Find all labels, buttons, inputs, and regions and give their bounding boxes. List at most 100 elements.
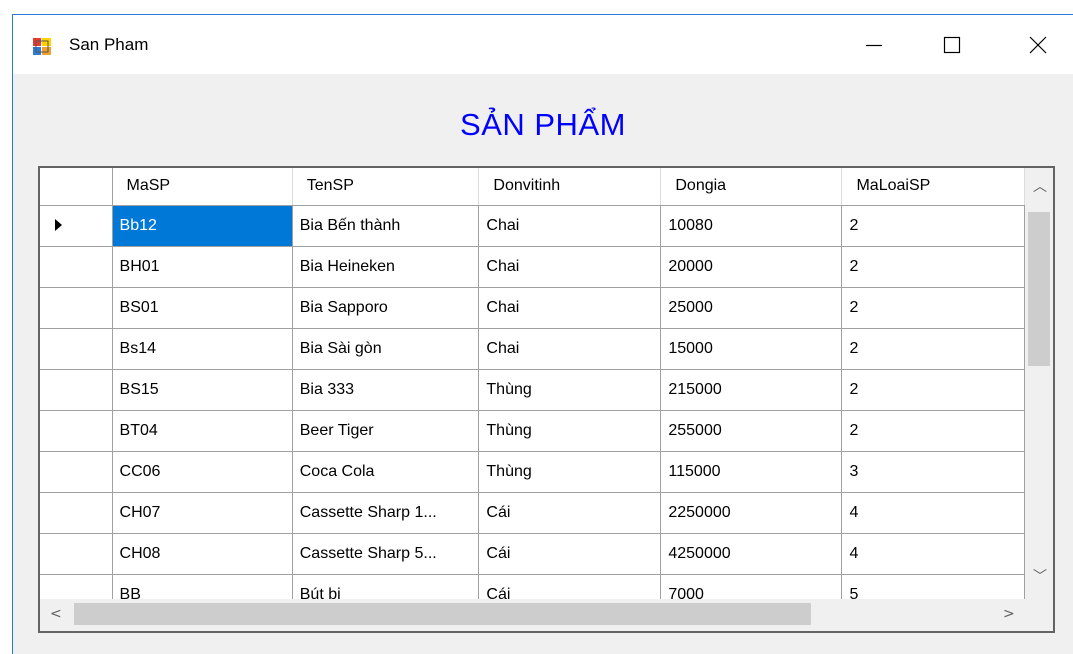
- row-header-cell[interactable]: [40, 533, 113, 575]
- top-left-header-cell[interactable]: [40, 168, 113, 206]
- table-row[interactable]: CH07 Cassette Sharp 1... Cái 2250000 4: [40, 492, 1025, 534]
- table-row[interactable]: Bs14 Bia Sài gòn Chai 15000 2: [40, 328, 1025, 370]
- row-header-cell[interactable]: [40, 287, 113, 329]
- vertical-scrollbar[interactable]: ︿ ﹀: [1025, 168, 1053, 599]
- scrollbar-corner: [1025, 599, 1053, 631]
- table-cell[interactable]: 2: [841, 410, 1025, 452]
- header-row: MaSP TenSP Donvitinh Dongia MaLoaiSP: [40, 168, 1025, 206]
- table-cell[interactable]: 2: [841, 287, 1025, 329]
- table-cell[interactable]: BH01: [112, 246, 293, 288]
- close-button[interactable]: [1009, 15, 1067, 74]
- table-cell[interactable]: Thùng: [478, 410, 662, 452]
- product-grid[interactable]: MaSP TenSP Donvitinh Dongia MaLoaiSP Bb1…: [38, 166, 1055, 633]
- table-cell[interactable]: Bia Bến thành: [292, 205, 480, 247]
- table-cell[interactable]: Thùng: [478, 451, 662, 493]
- scroll-right-icon[interactable]: >: [1003, 607, 1015, 621]
- row-header-cell[interactable]: [40, 328, 113, 370]
- table-row[interactable]: BB Bút bi Cái 7000 5: [40, 574, 1025, 599]
- column-header-masp[interactable]: MaSP: [112, 168, 293, 206]
- column-header-tensp[interactable]: TenSP: [292, 168, 480, 206]
- app-icon: [33, 38, 51, 55]
- table-cell[interactable]: Cái: [478, 492, 662, 534]
- table-cell[interactable]: 4: [841, 492, 1025, 534]
- table-cell[interactable]: 5: [841, 574, 1025, 599]
- table-cell[interactable]: Bia Heineken: [292, 246, 480, 288]
- table-cell[interactable]: 255000: [660, 410, 843, 452]
- horizontal-scroll-thumb[interactable]: [74, 603, 811, 625]
- row-header-cell[interactable]: [40, 410, 113, 452]
- vertical-scroll-thumb[interactable]: [1028, 212, 1050, 366]
- column-header-maloaisp[interactable]: MaLoaiSP: [841, 168, 1025, 206]
- maximize-icon: [943, 36, 961, 53]
- table-cell[interactable]: BS15: [112, 369, 293, 411]
- table-cell[interactable]: 2250000: [660, 492, 843, 534]
- row-header-cell[interactable]: [40, 492, 113, 534]
- table-cell[interactable]: Cassette Sharp 5...: [292, 533, 480, 575]
- table-cell[interactable]: Bia Sài gòn: [292, 328, 480, 370]
- table-cell[interactable]: Beer Tiger: [292, 410, 480, 452]
- table-cell[interactable]: Bia 333: [292, 369, 480, 411]
- table-cell[interactable]: Bút bi: [292, 574, 480, 599]
- minimize-icon: [866, 44, 882, 46]
- table-cell[interactable]: 10080: [660, 205, 843, 247]
- table-cell[interactable]: 15000: [660, 328, 843, 370]
- table-row[interactable]: CC06 Coca Cola Thùng 115000 3: [40, 451, 1025, 493]
- row-header-cell[interactable]: [40, 246, 113, 288]
- title-bar[interactable]: San Pham: [13, 15, 1073, 74]
- table-cell[interactable]: 2: [841, 246, 1025, 288]
- table-cell[interactable]: Bs14: [112, 328, 293, 370]
- row-header-cell[interactable]: [40, 574, 113, 599]
- table-cell[interactable]: Chai: [478, 328, 662, 370]
- table-cell[interactable]: 2: [841, 369, 1025, 411]
- table-cell[interactable]: Bia Sapporo: [292, 287, 480, 329]
- table-row[interactable]: CH08 Cassette Sharp 5... Cái 4250000 4: [40, 533, 1025, 575]
- form-heading: SẢN PHẨM: [460, 107, 626, 142]
- table-cell[interactable]: 25000: [660, 287, 843, 329]
- column-header-dongia[interactable]: Dongia: [660, 168, 843, 206]
- table-cell[interactable]: 3: [841, 451, 1025, 493]
- scroll-down-icon[interactable]: ﹀: [1033, 570, 1047, 584]
- scroll-up-icon[interactable]: ︿: [1033, 180, 1047, 194]
- scroll-left-icon[interactable]: <: [50, 607, 62, 621]
- table-cell[interactable]: Chai: [478, 205, 662, 247]
- close-icon: [1029, 36, 1047, 53]
- row-header-cell[interactable]: [40, 451, 113, 493]
- product-table: MaSP TenSP Donvitinh Dongia MaLoaiSP Bb1…: [40, 168, 1025, 599]
- table-cell[interactable]: Chai: [478, 246, 662, 288]
- table-cell[interactable]: Cái: [478, 533, 662, 575]
- table-cell[interactable]: 4250000: [660, 533, 843, 575]
- table-cell[interactable]: 215000: [660, 369, 843, 411]
- grid-viewport: MaSP TenSP Donvitinh Dongia MaLoaiSP Bb1…: [40, 168, 1025, 599]
- table-cell[interactable]: Coca Cola: [292, 451, 480, 493]
- table-cell[interactable]: Chai: [478, 287, 662, 329]
- maximize-button[interactable]: [923, 15, 981, 74]
- table-cell[interactable]: BB: [112, 574, 293, 599]
- row-header-cell[interactable]: [40, 369, 113, 411]
- column-header-donvitinh[interactable]: Donvitinh: [478, 168, 662, 206]
- table-cell[interactable]: CH07: [112, 492, 293, 534]
- table-cell[interactable]: 2: [841, 328, 1025, 370]
- table-cell[interactable]: 2: [841, 205, 1025, 247]
- table-cell[interactable]: 4: [841, 533, 1025, 575]
- table-cell[interactable]: Cái: [478, 574, 662, 599]
- table-cell[interactable]: 115000: [660, 451, 843, 493]
- row-pointer-icon: [55, 219, 62, 232]
- table-cell[interactable]: Cassette Sharp 1...: [292, 492, 480, 534]
- table-cell[interactable]: Thùng: [478, 369, 662, 411]
- table-cell[interactable]: Bb12: [112, 205, 293, 247]
- table-row[interactable]: BT04 Beer Tiger Thùng 255000 2: [40, 410, 1025, 452]
- row-header-cell[interactable]: [40, 205, 113, 247]
- table-row[interactable]: BS01 Bia Sapporo Chai 25000 2: [40, 287, 1025, 329]
- table-row[interactable]: BS15 Bia 333 Thùng 215000 2: [40, 369, 1025, 411]
- table-cell[interactable]: CC06: [112, 451, 293, 493]
- table-cell[interactable]: 20000: [660, 246, 843, 288]
- minimize-button[interactable]: [845, 15, 903, 74]
- window-title: San Pham: [69, 35, 149, 54]
- table-cell[interactable]: BT04: [112, 410, 293, 452]
- table-row[interactable]: BH01 Bia Heineken Chai 20000 2: [40, 246, 1025, 288]
- table-cell[interactable]: BS01: [112, 287, 293, 329]
- table-cell[interactable]: CH08: [112, 533, 293, 575]
- horizontal-scrollbar[interactable]: < >: [40, 599, 1025, 631]
- table-cell[interactable]: 7000: [660, 574, 843, 599]
- table-row[interactable]: Bb12 Bia Bến thành Chai 10080 2: [40, 205, 1025, 247]
